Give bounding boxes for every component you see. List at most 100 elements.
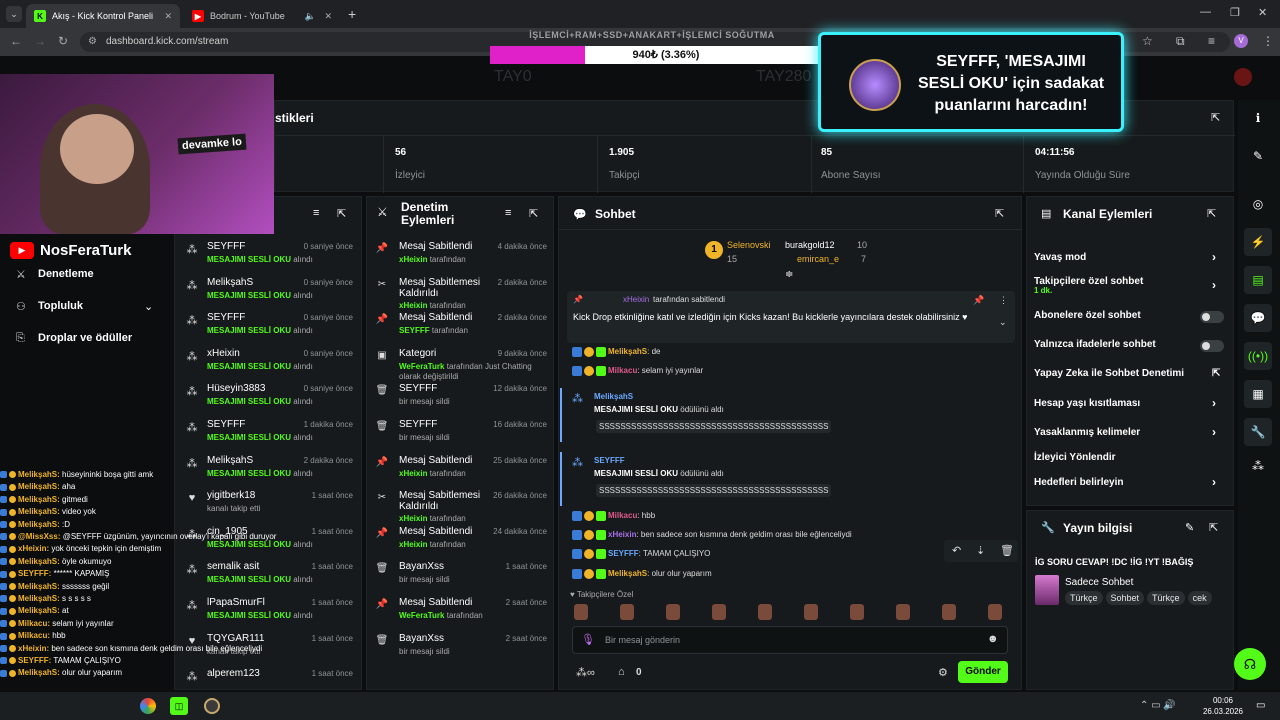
nav-drops-rewards[interactable]: Droplar ve ödüller: [38, 332, 132, 344]
activity-user[interactable]: alperem123: [207, 668, 260, 679]
toggle-switch[interactable]: [1200, 340, 1224, 352]
moderation-row[interactable]: 🗑 BayanXss 1 saat önce bir mesajı sildi: [367, 557, 553, 593]
kick-avatar[interactable]: [1234, 68, 1252, 86]
notification-icon[interactable]: ▭: [1256, 700, 1265, 711]
nav-moderation[interactable]: Denetleme: [38, 268, 94, 280]
settings-gear-icon[interactable]: ⚙: [938, 666, 948, 679]
activity-row[interactable]: ⁂ MelikşahS 0 saniye önce MESAJIMI SESLİ OK…: [175, 273, 361, 309]
moderator-name[interactable]: WeFeraTurk: [399, 611, 445, 620]
activity-row[interactable]: ⁂ SEYFFF 0 saniye önce MESAJIMI SESLİ OKU a…: [175, 237, 361, 273]
activity-row[interactable]: ♥ yigitberk18 1 saat önce kanalı takip etti: [175, 486, 361, 522]
tab-search-icon[interactable]: ⌄: [6, 6, 22, 22]
activity-row[interactable]: ⁂ MelikşahS 2 dakika önce MESAJIMI SESLİ OK…: [175, 451, 361, 487]
activity-row[interactable]: ⁂ lPapaSmurFl 1 saat önce MESAJIMI SESLİ OK…: [175, 593, 361, 629]
send-button[interactable]: Gönder: [958, 661, 1008, 683]
emote-icon[interactable]: [574, 604, 588, 620]
emote-icon[interactable]: [850, 604, 864, 620]
emote-icon[interactable]: [712, 604, 726, 620]
top-user-name[interactable]: burakgold12: [785, 240, 835, 250]
activity-user[interactable]: semalik asit: [207, 561, 259, 572]
moderation-row[interactable]: 🗑 BayanXss 2 saat önce bir mesajı sildi: [367, 629, 553, 665]
popout-icon[interactable]: ⇱: [995, 207, 1004, 220]
activity-user[interactable]: SEYFFF: [207, 241, 245, 252]
new-tab-icon[interactable]: +: [348, 6, 356, 22]
moderator-name[interactable]: xHeixin: [399, 255, 427, 264]
bookmark-star-icon[interactable]: ☆: [1142, 34, 1153, 48]
toggle-switch[interactable]: [1200, 311, 1224, 323]
unpin-icon[interactable]: 📌: [973, 295, 984, 306]
activity-user[interactable]: SEYFFF: [207, 419, 245, 430]
activity-row[interactable]: ⁂ SEYFFF 0 saniye önce MESAJIMI SESLİ OKU a…: [175, 308, 361, 344]
moderation-row[interactable]: 🗑 SEYFFF 16 dakika önce bir mesajı sildi: [367, 415, 553, 451]
system-tray-icons[interactable]: ⌃ ▭ 🔊: [1140, 700, 1176, 711]
emote-icon[interactable]: [988, 604, 1002, 620]
chevron-down-icon[interactable]: ⌄: [999, 317, 1007, 328]
activity-row[interactable]: ⁂ xHeixin 0 saniye önce MESAJIMI SESLİ OKU …: [175, 344, 361, 380]
layout-icon[interactable]: ▦: [1244, 380, 1272, 408]
chat-username[interactable]: MelikşahS: [608, 569, 647, 578]
top-user-name[interactable]: Selenovski: [727, 240, 771, 250]
wrench-icon[interactable]: 🔧: [1244, 418, 1272, 446]
chrome-icon[interactable]: [140, 698, 156, 714]
chevron-right-icon[interactable]: ›: [1212, 475, 1216, 489]
activity-user[interactable]: MelikşahS: [207, 277, 253, 288]
moderation-row[interactable]: 🗑 SEYFFF 12 dakika önce bir mesajı sildi: [367, 379, 553, 415]
menu-icon[interactable]: ⋮: [1262, 34, 1274, 48]
chevron-down-icon[interactable]: ⌄: [144, 300, 153, 313]
chat-icon[interactable]: 💬: [1244, 304, 1272, 332]
channel-action-label[interactable]: Yapay Zeka ile Sohbet Denetimi: [1034, 368, 1219, 379]
chat-input[interactable]: 🎙 Bir mesaj gönderin ☻: [572, 626, 1008, 654]
tab-kick-dashboard[interactable]: K Akış - Kick Kontrol Paneli ✕: [26, 4, 180, 28]
emote-icon[interactable]: [620, 604, 634, 620]
moderator-name[interactable]: xHeixin: [399, 540, 427, 549]
activity-row[interactable]: ⁂ alperem123 1 saat önce: [175, 664, 361, 689]
activity-user[interactable]: xHeixin: [207, 348, 240, 359]
tab-youtube[interactable]: ▶ Bodrum - YouTube 🔈 ✕: [184, 4, 340, 28]
activity-row[interactable]: ⁂ semalik asit 1 saat önce MESAJIMI SESLİ O…: [175, 557, 361, 593]
popout-icon[interactable]: ⇱: [1207, 207, 1216, 220]
moderation-row[interactable]: 📌 Mesaj Sabitlendi 4 dakika önce xHeixin ta…: [367, 237, 553, 273]
document-icon[interactable]: ▤: [1244, 266, 1272, 294]
emote-icon[interactable]: [666, 604, 680, 620]
back-icon[interactable]: ←: [10, 34, 22, 48]
activity-row[interactable]: ⁂ SEYFFF 1 dakika önce MESAJIMI SESLİ OKU a…: [175, 415, 361, 451]
chat-message[interactable]: MelikşahS: de: [572, 347, 660, 357]
window-close-icon[interactable]: ✕: [1258, 6, 1267, 19]
chevron-right-icon[interactable]: ›: [1212, 250, 1216, 264]
activity-row[interactable]: ⁂ Hüseyin3883 0 saniye önce MESAJIMI SESLİ …: [175, 379, 361, 415]
forward-icon[interactable]: →: [34, 34, 46, 48]
channel-action-label[interactable]: Hedefleri belirleyin: [1034, 477, 1219, 488]
moderation-row[interactable]: 📌 Mesaj Sabitlendi 24 dakika önce xHeixin t…: [367, 522, 553, 558]
moderator-name[interactable]: WeFeraTurk: [399, 362, 445, 371]
community-icon[interactable]: ⁂: [1244, 452, 1272, 480]
chat-message[interactable]: MelikşahS: olur olur yaparım: [572, 569, 712, 579]
close-icon[interactable]: ✕: [324, 11, 332, 22]
channel-action-label[interactable]: Abonelere özel sohbet: [1034, 310, 1219, 321]
chevron-right-icon[interactable]: ›: [1212, 278, 1216, 292]
channel-action-label[interactable]: İzleyici Yönlendir: [1034, 452, 1219, 463]
moderation-row[interactable]: 📌 Mesaj Sabitlendi 2 dakika önce SEYFFF tar…: [367, 308, 553, 344]
chat-message[interactable]: SEYFFF: TAMAM ÇALIŞIYO: [572, 549, 710, 559]
popout-icon[interactable]: ⇱: [1211, 111, 1220, 124]
chat-message[interactable]: xHeixin: ben sadece son kısmına denk gel…: [572, 530, 852, 540]
activity-user[interactable]: yigitberk18: [207, 490, 255, 501]
close-icon[interactable]: ✕: [164, 11, 172, 22]
chevron-right-icon[interactable]: ›: [1212, 396, 1216, 410]
activity-user[interactable]: SEYFFF: [207, 312, 245, 323]
minimize-icon[interactable]: —: [1200, 6, 1211, 18]
filter-icon[interactable]: ≡: [505, 207, 511, 219]
nav-community[interactable]: Topluluk: [38, 300, 83, 312]
extensions-icon[interactable]: ⧉: [1176, 34, 1185, 49]
moderation-row[interactable]: ✂ Mesaj Sabitlemesi Kaldırıldı 26 dakika ö…: [367, 486, 553, 523]
moderator-name[interactable]: SEYFFF: [399, 326, 430, 335]
chat-username[interactable]: Milkacu: [608, 366, 637, 375]
activity-user[interactable]: Hüseyin3883: [207, 383, 265, 394]
speaker-icon[interactable]: 🔈: [305, 11, 316, 22]
tag[interactable]: Türkçe: [1147, 591, 1185, 605]
tag[interactable]: Sohbet: [1105, 591, 1145, 605]
more-icon[interactable]: ⋮: [999, 295, 1008, 306]
broadcast-icon[interactable]: ((•)): [1244, 342, 1272, 370]
emote-icon[interactable]: [896, 604, 910, 620]
maximize-icon[interactable]: ❐: [1230, 6, 1240, 19]
reward-user[interactable]: SEYFFF: [594, 456, 625, 465]
